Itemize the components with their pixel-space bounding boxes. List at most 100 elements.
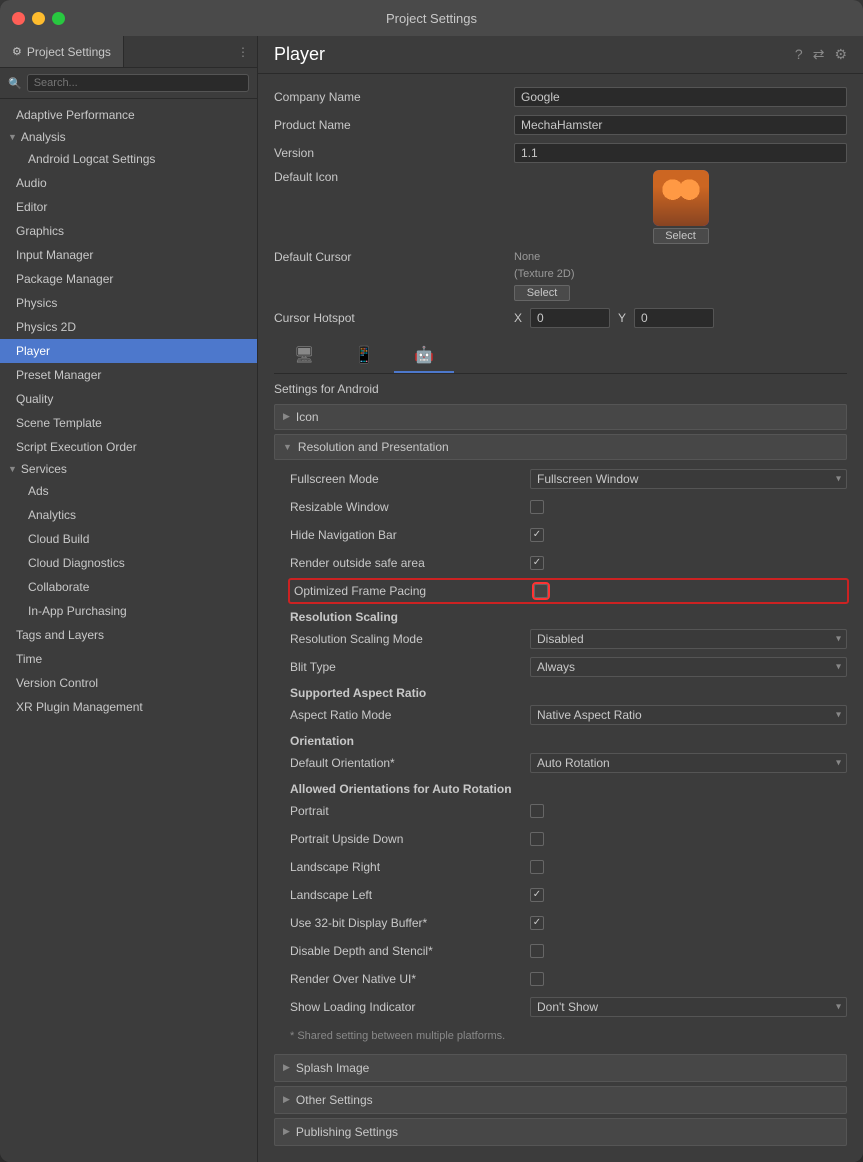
supported-aspect-ratio-label: Supported Aspect Ratio bbox=[290, 686, 847, 700]
disable-depth-checkbox[interactable] bbox=[530, 944, 544, 958]
sidebar-item-analytics[interactable]: Analytics bbox=[0, 503, 257, 527]
search-input[interactable] bbox=[27, 74, 249, 92]
sidebar-item-in-app-purchasing[interactable]: In-App Purchasing bbox=[0, 599, 257, 623]
cursor-texture2d-label: (Texture 2D) bbox=[514, 267, 575, 282]
icon-section-label: Icon bbox=[296, 410, 319, 424]
optimized-frame-pacing-checkbox[interactable] bbox=[534, 584, 548, 598]
default-cursor-row: Default Cursor None (Texture 2D) Select bbox=[274, 250, 847, 301]
resolution-scaling-select[interactable]: Disabled Fixed DPI bbox=[530, 629, 847, 649]
sidebar-item-graphics[interactable]: Graphics bbox=[0, 219, 257, 243]
cursor-none-label: None bbox=[514, 250, 540, 265]
main-content: ⚙ Project Settings ⋮ 🔍 Adaptive Performa… bbox=[0, 36, 863, 1162]
company-name-input[interactable] bbox=[514, 87, 847, 107]
sidebar-item-android-logcat[interactable]: Android Logcat Settings bbox=[0, 147, 257, 171]
default-icon-area: Select bbox=[514, 170, 847, 244]
show-loading-label: Show Loading Indicator bbox=[290, 1000, 530, 1014]
sidebar-more-button[interactable]: ⋮ bbox=[229, 36, 257, 67]
sidebar-item-editor[interactable]: Editor bbox=[0, 195, 257, 219]
close-button[interactable] bbox=[12, 12, 25, 25]
splash-image-section[interactable]: ▶ Splash Image bbox=[274, 1054, 847, 1082]
sidebar-item-cloud-build[interactable]: Cloud Build bbox=[0, 527, 257, 551]
blit-type-select[interactable]: Always Never Auto bbox=[530, 657, 847, 677]
settings-icon[interactable]: ⚙ bbox=[834, 46, 847, 63]
cursor-x-input[interactable] bbox=[530, 308, 610, 328]
product-name-label: Product Name bbox=[274, 118, 514, 132]
sidebar-item-ads[interactable]: Ads bbox=[0, 479, 257, 503]
default-orientation-select[interactable]: Auto Rotation Portrait Portrait Upside D… bbox=[530, 753, 847, 773]
company-name-row: Company Name bbox=[274, 86, 847, 108]
panel-header: Player ? ⇄ ⚙ bbox=[258, 36, 863, 74]
aspect-ratio-select[interactable]: Native Aspect Ratio Custom bbox=[530, 705, 847, 725]
cursor-hotspot-label: Cursor Hotspot bbox=[274, 311, 514, 325]
icon-section-header[interactable]: ▶ Icon bbox=[274, 404, 847, 430]
version-input[interactable] bbox=[514, 143, 847, 163]
sidebar-item-quality[interactable]: Quality bbox=[0, 387, 257, 411]
sidebar-item-analysis[interactable]: ▼ Analysis bbox=[0, 127, 257, 147]
platform-tab-monitor[interactable]: 🖥 bbox=[274, 339, 334, 373]
use-32bit-row: Use 32-bit Display Buffer* bbox=[290, 912, 847, 934]
sidebar-item-physics-2d[interactable]: Physics 2D bbox=[0, 315, 257, 339]
sidebar-item-script-execution[interactable]: Script Execution Order bbox=[0, 435, 257, 459]
sidebar-item-xr-plugin[interactable]: XR Plugin Management bbox=[0, 695, 257, 719]
maximize-button[interactable] bbox=[52, 12, 65, 25]
sidebar-item-package-manager[interactable]: Package Manager bbox=[0, 267, 257, 291]
use-32bit-checkbox[interactable] bbox=[530, 916, 544, 930]
portrait-upside-down-checkbox[interactable] bbox=[530, 832, 544, 846]
platform-tab-android[interactable]: 🤖 bbox=[394, 339, 454, 373]
sidebar-item-input-manager[interactable]: Input Manager bbox=[0, 243, 257, 267]
sidebar-item-adaptive[interactable]: Adaptive Performance bbox=[0, 103, 257, 127]
gear-icon: ⚙ bbox=[12, 45, 22, 58]
default-icon-row: Default Icon Select bbox=[274, 170, 847, 244]
cursor-select-button[interactable]: Select bbox=[514, 285, 570, 301]
landscape-right-checkbox[interactable] bbox=[530, 860, 544, 874]
icon-select-button[interactable]: Select bbox=[653, 228, 709, 244]
resolution-section-header[interactable]: ▼ Resolution and Presentation bbox=[274, 434, 847, 460]
resolution-section-label: Resolution and Presentation bbox=[298, 440, 449, 454]
fullscreen-mode-select[interactable]: Fullscreen Window Windowed Maximized Win… bbox=[530, 469, 847, 489]
sidebar-tabs: ⚙ Project Settings ⋮ bbox=[0, 36, 257, 68]
render-over-native-checkbox[interactable] bbox=[530, 972, 544, 986]
publishing-settings-section[interactable]: ▶ Publishing Settings bbox=[274, 1118, 847, 1146]
sidebar-item-version-control[interactable]: Version Control bbox=[0, 671, 257, 695]
landscape-right-row: Landscape Right bbox=[290, 856, 847, 878]
cursor-area: None (Texture 2D) Select bbox=[514, 250, 847, 301]
resizable-window-checkbox[interactable] bbox=[530, 500, 544, 514]
hide-nav-bar-row: Hide Navigation Bar bbox=[290, 524, 847, 546]
portrait-upside-down-label: Portrait Upside Down bbox=[290, 832, 530, 846]
disable-depth-label: Disable Depth and Stencil* bbox=[290, 944, 530, 958]
product-name-input[interactable] bbox=[514, 115, 847, 135]
platform-tab-mobile[interactable]: 📱 bbox=[334, 339, 394, 373]
icon-preview bbox=[653, 170, 709, 226]
layout-icon[interactable]: ⇄ bbox=[813, 46, 825, 63]
sidebar-item-time[interactable]: Time bbox=[0, 647, 257, 671]
arrow-icon: ▶ bbox=[283, 1126, 290, 1137]
company-name-label: Company Name bbox=[274, 90, 514, 104]
project-settings-tab[interactable]: ⚙ Project Settings bbox=[0, 36, 124, 67]
render-outside-safe-checkbox[interactable] bbox=[530, 556, 544, 570]
sidebar-item-physics[interactable]: Physics bbox=[0, 291, 257, 315]
fullscreen-mode-select-wrapper: Fullscreen Window Windowed Maximized Win… bbox=[530, 469, 847, 489]
disable-depth-row: Disable Depth and Stencil* bbox=[290, 940, 847, 962]
blit-type-row: Blit Type Always Never Auto bbox=[290, 656, 847, 678]
sidebar-item-audio[interactable]: Audio bbox=[0, 171, 257, 195]
coord-row: X Y bbox=[514, 308, 847, 328]
portrait-checkbox[interactable] bbox=[530, 804, 544, 818]
arrow-icon: ▶ bbox=[283, 1062, 290, 1073]
sidebar-item-scene-template[interactable]: Scene Template bbox=[0, 411, 257, 435]
version-row: Version bbox=[274, 142, 847, 164]
landscape-left-checkbox[interactable] bbox=[530, 888, 544, 902]
minimize-button[interactable] bbox=[32, 12, 45, 25]
blit-type-select-wrapper: Always Never Auto bbox=[530, 657, 847, 677]
hide-nav-bar-checkbox[interactable] bbox=[530, 528, 544, 542]
sidebar-item-preset-manager[interactable]: Preset Manager bbox=[0, 363, 257, 387]
sidebar-item-player[interactable]: Player bbox=[0, 339, 257, 363]
sidebar-item-collaborate[interactable]: Collaborate bbox=[0, 575, 257, 599]
sidebar-item-cloud-diagnostics[interactable]: Cloud Diagnostics bbox=[0, 551, 257, 575]
aspect-ratio-mode-label: Aspect Ratio Mode bbox=[290, 708, 530, 722]
other-settings-section[interactable]: ▶ Other Settings bbox=[274, 1086, 847, 1114]
help-icon[interactable]: ? bbox=[795, 46, 803, 63]
sidebar-item-services[interactable]: ▼ Services bbox=[0, 459, 257, 479]
cursor-y-input[interactable] bbox=[634, 308, 714, 328]
sidebar-item-tags-layers[interactable]: Tags and Layers bbox=[0, 623, 257, 647]
show-loading-select[interactable]: Don't Show Manual bbox=[530, 997, 847, 1017]
